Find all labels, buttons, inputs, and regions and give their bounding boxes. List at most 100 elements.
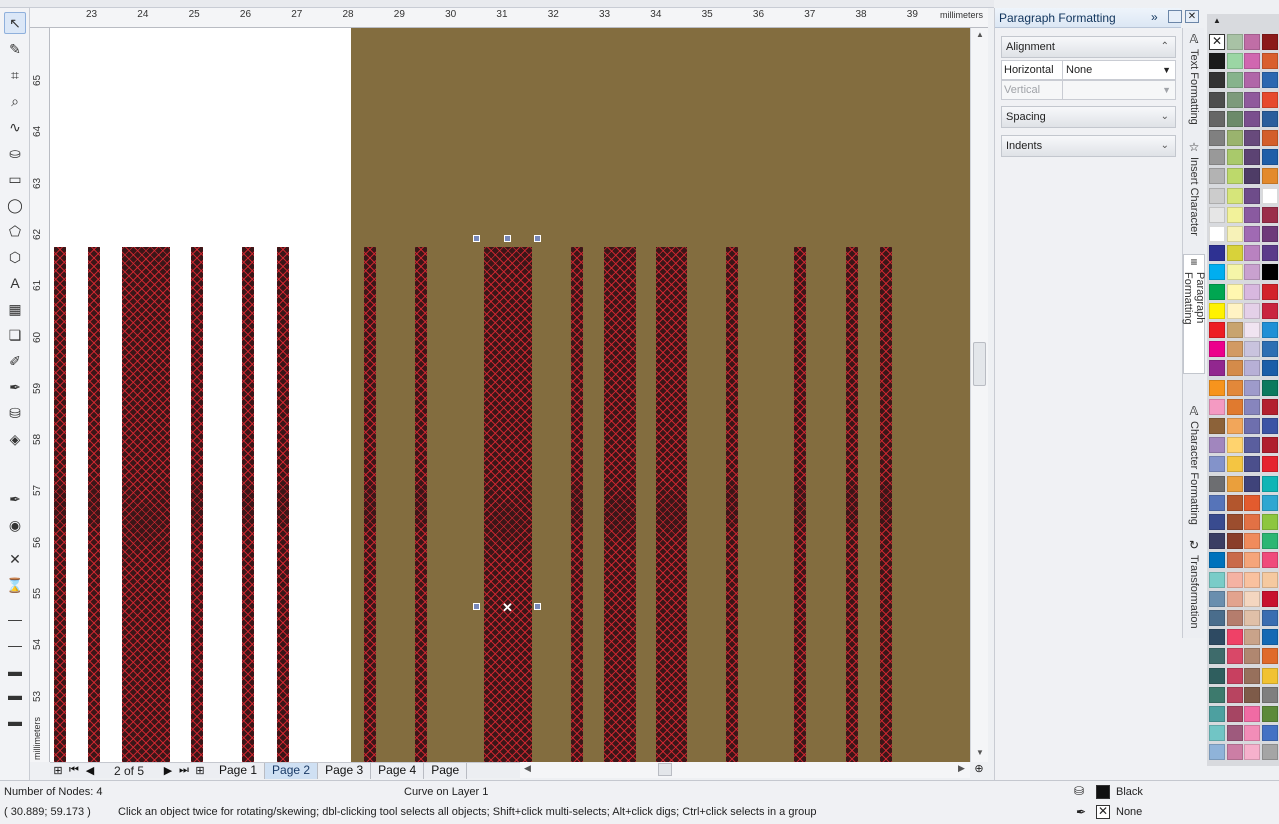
polygon-tool-icon[interactable]: ⬠ <box>4 220 26 242</box>
color-swatch[interactable] <box>1261 667 1278 684</box>
dropdown-arrow-icon[interactable]: ▼ <box>1162 81 1171 99</box>
color-swatch[interactable] <box>1226 72 1243 89</box>
color-swatch[interactable] <box>1261 91 1278 108</box>
color-swatch[interactable] <box>1226 456 1243 473</box>
color-swatch[interactable] <box>1226 744 1243 761</box>
page-tab[interactable]: Page <box>424 762 468 779</box>
outline-pen-icon[interactable]: ✒ <box>4 376 26 398</box>
color-swatch[interactable] <box>1226 379 1243 396</box>
color-swatch[interactable] <box>1226 552 1243 569</box>
color-swatch[interactable] <box>1261 514 1278 530</box>
page-tab[interactable]: Page 3 <box>318 762 372 779</box>
side-tab[interactable]: ☆ Insert Character <box>1183 140 1205 240</box>
color-swatch[interactable] <box>1261 245 1278 262</box>
vertical-scrollbar[interactable]: ▲ ▼ <box>970 28 988 762</box>
color-swatch[interactable] <box>1226 226 1243 242</box>
color-swatch[interactable] <box>1226 53 1243 70</box>
hatched-stripe[interactable] <box>54 247 66 762</box>
color-swatch[interactable] <box>1226 34 1243 50</box>
last-page-icon[interactable]: ⏭ <box>176 764 192 777</box>
color-swatch[interactable] <box>1261 456 1278 473</box>
color-swatch[interactable] <box>1261 571 1278 588</box>
hatched-stripe[interactable] <box>726 247 738 762</box>
hatched-stripe[interactable] <box>191 247 203 762</box>
hatched-stripe[interactable] <box>242 247 254 762</box>
color-swatch[interactable] <box>1244 168 1260 185</box>
color-swatch[interactable] <box>1209 667 1225 684</box>
color-swatch[interactable] <box>1209 53 1225 70</box>
zoom-tool-icon[interactable]: ⌕ <box>4 90 26 112</box>
selection-handle-tc[interactable] <box>504 235 511 242</box>
hatched-stripe[interactable] <box>364 247 376 762</box>
outline-color-swatch[interactable]: ✕ <box>1096 805 1110 819</box>
color-swatch[interactable] <box>1244 360 1260 377</box>
color-swatch[interactable] <box>1261 725 1278 742</box>
line-weight-3-icon[interactable]: ▬ <box>4 660 26 682</box>
color-swatch[interactable] <box>1209 533 1225 550</box>
color-swatch[interactable] <box>1261 475 1278 492</box>
alignment-section-header[interactable]: Alignment ⌃ <box>1001 36 1176 58</box>
color-swatch[interactable] <box>1244 590 1260 607</box>
color-swatch[interactable] <box>1244 686 1260 703</box>
hatched-stripe[interactable] <box>880 247 892 762</box>
color-swatch[interactable] <box>1244 494 1260 511</box>
side-tab[interactable]: ↻ Transformation <box>1183 538 1205 634</box>
color-swatch[interactable] <box>1209 610 1225 626</box>
color-swatch[interactable] <box>1261 533 1278 550</box>
hatched-stripe[interactable] <box>846 247 858 762</box>
color-swatch[interactable] <box>1209 744 1225 761</box>
color-swatch[interactable] <box>1226 533 1243 550</box>
color-swatch[interactable] <box>1261 149 1278 166</box>
color-swatch[interactable] <box>1244 34 1260 50</box>
color-swatch[interactable] <box>1244 418 1260 434</box>
color-swatch[interactable] <box>1261 744 1278 761</box>
color-swatch[interactable] <box>1209 725 1225 742</box>
color-swatch[interactable] <box>1209 456 1225 473</box>
color-swatch[interactable] <box>1209 283 1225 300</box>
spacing-section-header[interactable]: Spacing ⌄ <box>1001 106 1176 128</box>
horizontal-alignment-select[interactable]: None ▼ <box>1062 61 1175 79</box>
side-tab[interactable]: 𝔸 Character Formatting <box>1183 404 1205 534</box>
color-swatch[interactable] <box>1226 91 1243 108</box>
color-swatch[interactable] <box>1244 725 1260 742</box>
scroll-left-icon[interactable]: ◀ <box>524 763 531 774</box>
color-swatch[interactable] <box>1226 206 1243 223</box>
palette-scroll-up-icon[interactable]: ▲ <box>1209 16 1225 26</box>
color-swatch[interactable] <box>1209 706 1225 722</box>
color-swatch[interactable] <box>1226 360 1243 377</box>
color-swatch[interactable] <box>1226 610 1243 626</box>
side-tab[interactable]: ≡ Paragraph Formatting <box>1182 254 1206 374</box>
color-swatch[interactable] <box>1209 264 1225 281</box>
color-swatch[interactable] <box>1226 418 1243 434</box>
color-swatch[interactable] <box>1209 648 1225 665</box>
line-weight-5-icon[interactable]: ▬ <box>4 710 26 732</box>
line-weight-1-icon[interactable]: — <box>4 608 26 630</box>
hatched-stripe[interactable] <box>122 247 170 762</box>
add-page-before-icon[interactable]: ⊞ <box>50 764 66 777</box>
selection-handle-mr[interactable] <box>534 603 541 610</box>
close-docker-icon[interactable]: ✕ <box>1185 10 1199 23</box>
color-swatch[interactable] <box>1261 130 1278 146</box>
hatched-stripe[interactable] <box>604 247 636 762</box>
color-swatch[interactable] <box>1244 571 1260 588</box>
color-swatch[interactable] <box>1261 168 1278 185</box>
color-swatch[interactable] <box>1261 686 1278 703</box>
color-swatch[interactable] <box>1209 149 1225 166</box>
color-swatch[interactable] <box>1261 226 1278 242</box>
add-page-after-icon[interactable]: ⊞ <box>192 764 208 777</box>
scroll-up-icon[interactable]: ▲ <box>971 28 989 42</box>
freehand-tool-icon[interactable]: ∿ <box>4 116 26 138</box>
color-swatch[interactable] <box>1261 629 1278 646</box>
chevron-down-icon[interactable]: ⌄ <box>1161 107 1169 127</box>
color-swatch[interactable] <box>1226 110 1243 127</box>
color-swatch[interactable] <box>1244 398 1260 415</box>
selection-handle-ml[interactable] <box>473 603 480 610</box>
blend-tool-icon[interactable]: ❏ <box>4 324 26 346</box>
color-swatch[interactable] <box>1209 571 1225 588</box>
color-swatch[interactable] <box>1244 706 1260 722</box>
horizontal-scroll-thumb[interactable] <box>658 763 672 776</box>
color-swatch[interactable] <box>1226 283 1243 300</box>
color-swatch[interactable] <box>1261 398 1278 415</box>
pen-outline-icon[interactable]: ✒ <box>4 488 26 510</box>
color-swatch[interactable] <box>1261 302 1278 319</box>
